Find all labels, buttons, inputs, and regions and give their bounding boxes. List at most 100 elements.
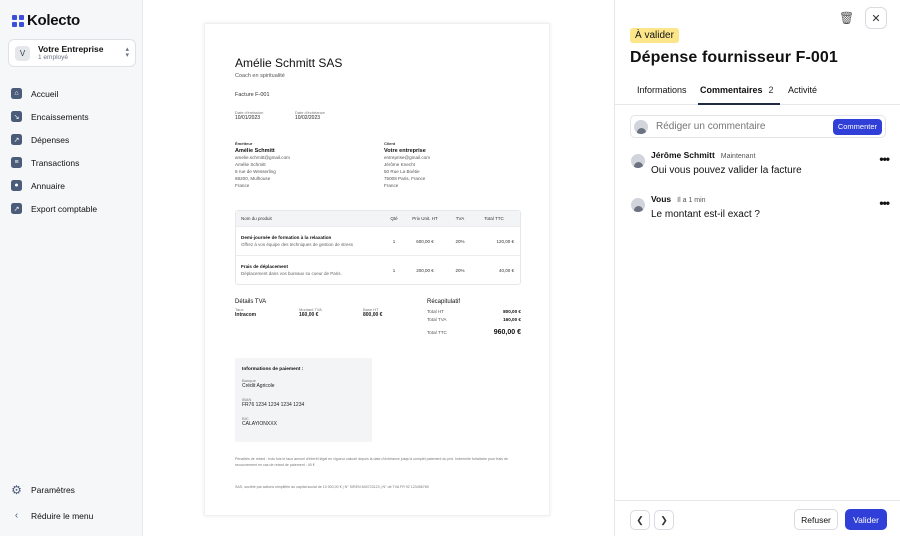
vat-details: Détails TVA Taux Intracom Montant TVA 16… (235, 299, 382, 318)
logo-text: Kolecto (27, 12, 80, 29)
recap-value: 160,00 € (503, 317, 521, 322)
sidebar-item-depenses[interactable]: ↗ Dépenses (11, 128, 97, 151)
people-icon: ● (11, 180, 22, 191)
company-switcher[interactable]: V Votre Entreprise 1 employé ▴ ▾ (8, 39, 136, 67)
comment-time: Il a 1 min (677, 197, 706, 204)
comment-time: Maintenant (720, 153, 756, 160)
product-qty: 1 (392, 238, 396, 244)
product-total: 120,00 € (496, 238, 514, 244)
sidebar: Kolecto V Votre Entreprise 1 employé ▴ ▾ … (0, 0, 143, 536)
column-header: Nom du produit (241, 216, 272, 221)
sidebar-nav: ⌂ Accueil ↘ Encaissements ↗ Dépenses ≡ T… (11, 82, 97, 220)
sidebar-item-label: Encaissements (31, 111, 89, 122)
more-options-icon[interactable]: ••• (879, 196, 890, 210)
avatar (631, 154, 645, 168)
sidebar-item-label: Paramètres (31, 484, 75, 495)
tabs: Informations Commentaires 2 Activité (615, 77, 900, 105)
client-line: entreprise@gmail.com (384, 155, 431, 160)
home-icon: ⌂ (11, 88, 22, 99)
vat-amount: 160,00 € (299, 312, 319, 318)
recap-value: 800,00 € (503, 309, 521, 314)
bank-icon: ≡ (11, 157, 22, 168)
chevron-left-icon: ‹ (14, 510, 19, 521)
client-block: Client Votre entreprise entreprise@gmail… (384, 141, 430, 189)
recap-row: Total TVA 160,00 € (427, 317, 521, 322)
product-desc: Déplacement dans vos bureaux su coeur de… (241, 271, 342, 276)
due-date: 10/02/2023 (295, 115, 321, 121)
invoice-company-subtitle: Coach en spiritualité (235, 73, 285, 79)
sidebar-item-transactions[interactable]: ≡ Transactions (11, 151, 97, 174)
comment-text: Le montant est-il exact ? (651, 209, 760, 220)
vat-base: 800,00 € (363, 312, 383, 318)
payment-title: Informations de paiement : (242, 367, 304, 372)
company-badge: V (15, 45, 30, 61)
client-heading: Client (384, 141, 396, 146)
recap-row: Total HT 800,00 € (427, 309, 521, 314)
tab-label: Commentaires (700, 85, 763, 95)
recap-title: Récapitulatif (427, 299, 461, 305)
invoice-preview: Amélie Schmitt SAS Coach en spiritualité… (204, 23, 550, 516)
recap-label: Total HT (427, 309, 445, 314)
arrow-out-icon: ↗ (11, 134, 22, 145)
sidebar-item-settings[interactable]: ⚙ Paramètres (11, 478, 75, 501)
column-header: Total TTC (484, 216, 504, 221)
product-total: 40,00 € (498, 267, 514, 273)
table-header: Nom du produit Qté Prix Unit. HT TVA Tot… (236, 211, 520, 226)
issue-date: 10/01/2023 (235, 115, 261, 121)
avatar (634, 119, 648, 134)
collapse-menu-label: Réduire le menu (31, 510, 94, 521)
comment-button[interactable]: Commenter (832, 118, 882, 135)
bic-value: CALAYIONXXX (242, 421, 277, 427)
chevron-right-icon: ❯ (660, 514, 668, 525)
recap-label: Total TVA (427, 317, 447, 322)
export-icon: ↗ (11, 203, 22, 214)
sidebar-item-label: Transactions (31, 157, 80, 168)
table-row: Demi-journée de formation à la relaxatio… (236, 226, 520, 255)
product-unit-price: 200,00 € (416, 267, 434, 273)
chevron-left-icon: ❮ (636, 514, 644, 525)
recap-ttc-label: Total TTC (427, 330, 447, 335)
kolecto-logo-icon (12, 14, 24, 27)
column-header: TVA (455, 216, 465, 221)
close-button[interactable]: ✕ (865, 7, 887, 29)
logo[interactable]: Kolecto (12, 12, 80, 29)
product-vat: 20% (455, 238, 465, 244)
close-icon: ✕ (871, 12, 881, 25)
client-line: 50 Rue La Boétie (384, 169, 420, 174)
tab-informations[interactable]: Informations (637, 85, 687, 95)
collapse-menu-button[interactable]: ‹ Réduire le menu (11, 504, 94, 527)
sidebar-item-annuaire[interactable]: ● Annuaire (11, 174, 97, 197)
product-desc: Offrez à vos équipe des techniques de ge… (241, 242, 353, 247)
validate-button[interactable]: Valider (845, 509, 887, 530)
panel-footer: ❮ ❯ Refuser Valider (615, 500, 900, 536)
sidebar-item-accueil[interactable]: ⌂ Accueil (11, 82, 97, 105)
sidebar-item-encaissements[interactable]: ↘ Encaissements (11, 105, 97, 128)
products-table: Nom du produit Qté Prix Unit. HT TVA Tot… (235, 210, 521, 285)
next-button[interactable]: ❯ (654, 510, 674, 530)
column-header: Qté (390, 216, 398, 221)
sidebar-item-label: Accueil (31, 88, 59, 99)
company-name: Votre Entreprise (38, 43, 104, 54)
comment-input[interactable] (656, 121, 826, 132)
arrow-in-icon: ↘ (11, 111, 22, 122)
avatar (631, 198, 645, 212)
more-options-icon[interactable]: ••• (879, 152, 890, 166)
product-qty: 1 (392, 267, 396, 273)
sidebar-item-export[interactable]: ↗ Export comptable (11, 197, 97, 220)
previous-button[interactable]: ❮ (630, 510, 650, 530)
expense-panel: 🗑 ✕ À valider Dépense fournisseur F-001 … (614, 0, 900, 536)
product-vat: 20% (455, 267, 465, 273)
sidebar-item-label: Dépenses (31, 134, 70, 145)
tab-activite[interactable]: Activité (788, 85, 817, 95)
vat-rate: Intracom (235, 312, 257, 318)
column-header: Prix Unit. HT (412, 216, 438, 221)
tab-commentaires[interactable]: Commentaires 2 (700, 85, 774, 95)
vat-details-title: Détails TVA (235, 299, 267, 305)
issuer-line: amelie.schmitt@gmail.com (235, 155, 290, 160)
product-unit-price: 600,00 € (416, 238, 434, 244)
recap-ttc-value: 960,00 € (493, 329, 521, 336)
issuer-line: France (235, 183, 250, 188)
table-row: Frais de déplacement Déplacement dans vo… (236, 255, 520, 284)
trash-icon[interactable]: 🗑 (839, 11, 854, 25)
refuse-button[interactable]: Refuser (794, 509, 838, 530)
